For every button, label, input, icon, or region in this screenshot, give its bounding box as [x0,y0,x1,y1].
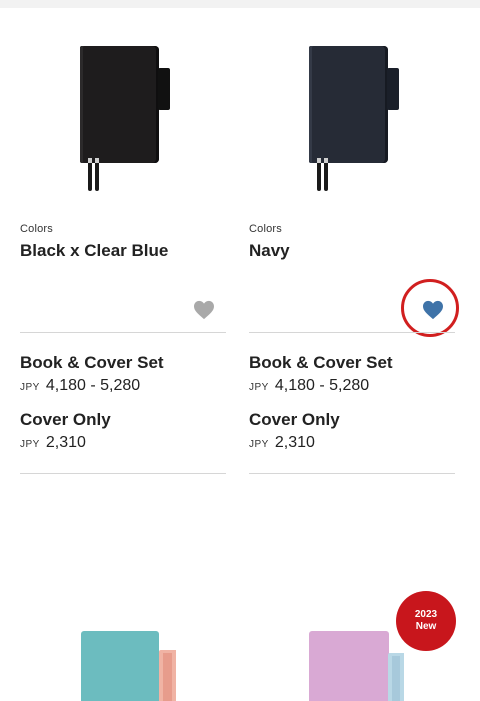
badge-label: New [415,621,437,632]
pen-loop [387,68,399,110]
price-value: 2,310 [274,434,315,451]
book-cover-set-label: Book & Cover Set [249,353,393,372]
badge-year: 2023 [414,609,438,620]
cover-only-price: JPY 2,310 [249,434,315,452]
pen-loop-inner [392,656,400,701]
notebook-cover [80,46,159,163]
price-value: 4,180 - 5,280 [45,377,141,394]
divider [249,473,455,474]
currency-label: JPY [249,439,269,450]
favorite-heart-icon[interactable] [422,300,444,320]
cover-only-label: Cover Only [249,410,340,429]
top-bar [0,0,480,8]
notebook-cover [309,46,388,163]
bookmark-ribbon [88,163,92,191]
book-cover-set-price: JPY 4,180 - 5,280 [249,377,369,395]
book-cover-set-price: JPY 4,180 - 5,280 [20,377,140,395]
pen-loop-inner [163,653,172,701]
product-image[interactable] [20,8,226,208]
currency-label: JPY [20,439,40,450]
bookmark-ribbon [324,163,328,191]
currency-label: JPY [20,382,40,393]
price-value: 4,180 - 5,280 [274,377,370,394]
bookmark-ribbon [317,163,321,191]
divider [249,332,455,333]
bookmark-ribbon [95,163,99,191]
colors-label: Colors [20,223,53,235]
divider [20,332,226,333]
cover-only-label: Cover Only [20,410,111,429]
favorite-heart-icon[interactable] [193,300,215,320]
product-image-teal[interactable] [81,631,159,701]
product-color-name[interactable]: Navy [249,241,290,261]
product-card-black[interactable]: Colors Black x Clear Blue Book & Cover S… [20,8,226,474]
product-image-pink[interactable] [309,631,389,701]
cover-only-price: JPY 2,310 [20,434,86,452]
new-badge: 2023 New [396,591,456,651]
product-card-navy[interactable]: Colors Navy Book & Cover Set JPY 4,180 - … [249,8,459,474]
product-image[interactable] [249,8,455,208]
product-color-name[interactable]: Black x Clear Blue [20,241,168,261]
book-cover-set-label: Book & Cover Set [20,353,164,372]
divider [20,473,226,474]
currency-label: JPY [249,382,269,393]
price-value: 2,310 [45,434,86,451]
pen-loop [158,68,170,110]
colors-label: Colors [249,223,282,235]
